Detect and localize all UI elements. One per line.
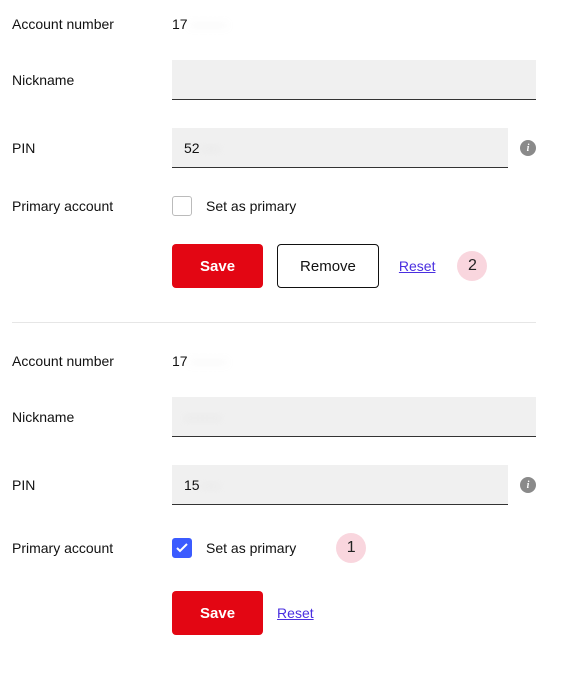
pin-masked: ····	[202, 140, 221, 156]
actions-row: Save Reset	[12, 591, 536, 635]
account-number-row: Account number 17 ········	[12, 16, 536, 32]
info-icon[interactable]: i	[520, 140, 536, 156]
reset-link[interactable]: Reset	[399, 258, 436, 274]
pin-prefix: 15	[184, 477, 200, 493]
account-number-prefix: 17	[172, 353, 188, 369]
primary-checkbox[interactable]	[172, 538, 192, 558]
nickname-label: Nickname	[12, 72, 172, 88]
actions-row: Save Remove Reset 2	[12, 244, 536, 288]
pin-label: PIN	[12, 140, 172, 156]
pin-label: PIN	[12, 477, 172, 493]
account-block: Account number 17 ········ Nickname PIN …	[12, 16, 536, 288]
account-number-masked: ········	[190, 353, 227, 369]
primary-account-label: Primary account	[12, 198, 172, 214]
primary-account-label: Primary account	[12, 540, 172, 556]
nickname-input[interactable]	[172, 60, 536, 100]
set-as-primary-text: Set as primary	[206, 540, 296, 556]
nickname-input[interactable]: ········	[172, 397, 536, 437]
nickname-masked: ········	[184, 409, 221, 425]
remove-button[interactable]: Remove	[277, 244, 379, 288]
account-number-row: Account number 17 ········	[12, 353, 536, 369]
primary-account-row: Primary account Set as primary 1	[12, 533, 536, 563]
pin-prefix: 52	[184, 140, 200, 156]
account-block: Account number 17 ········ Nickname ····…	[12, 353, 536, 635]
account-number-prefix: 17	[172, 16, 188, 32]
info-icon[interactable]: i	[520, 477, 536, 493]
account-number-label: Account number	[12, 353, 172, 369]
pin-row: PIN 52 ···· i	[12, 128, 536, 168]
pin-row: PIN 15 ···· i	[12, 465, 536, 505]
save-button[interactable]: Save	[172, 591, 263, 635]
nickname-row: Nickname	[12, 60, 536, 100]
step-badge: 1	[336, 533, 366, 563]
account-number-value: 17 ········	[172, 16, 536, 32]
pin-input[interactable]: 52 ····	[172, 128, 508, 168]
step-badge: 2	[457, 251, 487, 281]
nickname-row: Nickname ········	[12, 397, 536, 437]
save-button[interactable]: Save	[172, 244, 263, 288]
pin-input[interactable]: 15 ····	[172, 465, 508, 505]
nickname-label: Nickname	[12, 409, 172, 425]
account-number-masked: ········	[190, 16, 227, 32]
pin-masked: ····	[202, 477, 221, 493]
primary-account-row: Primary account Set as primary	[12, 196, 536, 216]
account-number-value: 17 ········	[172, 353, 536, 369]
primary-checkbox[interactable]	[172, 196, 192, 216]
account-number-label: Account number	[12, 16, 172, 32]
divider	[12, 322, 536, 323]
set-as-primary-text: Set as primary	[206, 198, 296, 214]
